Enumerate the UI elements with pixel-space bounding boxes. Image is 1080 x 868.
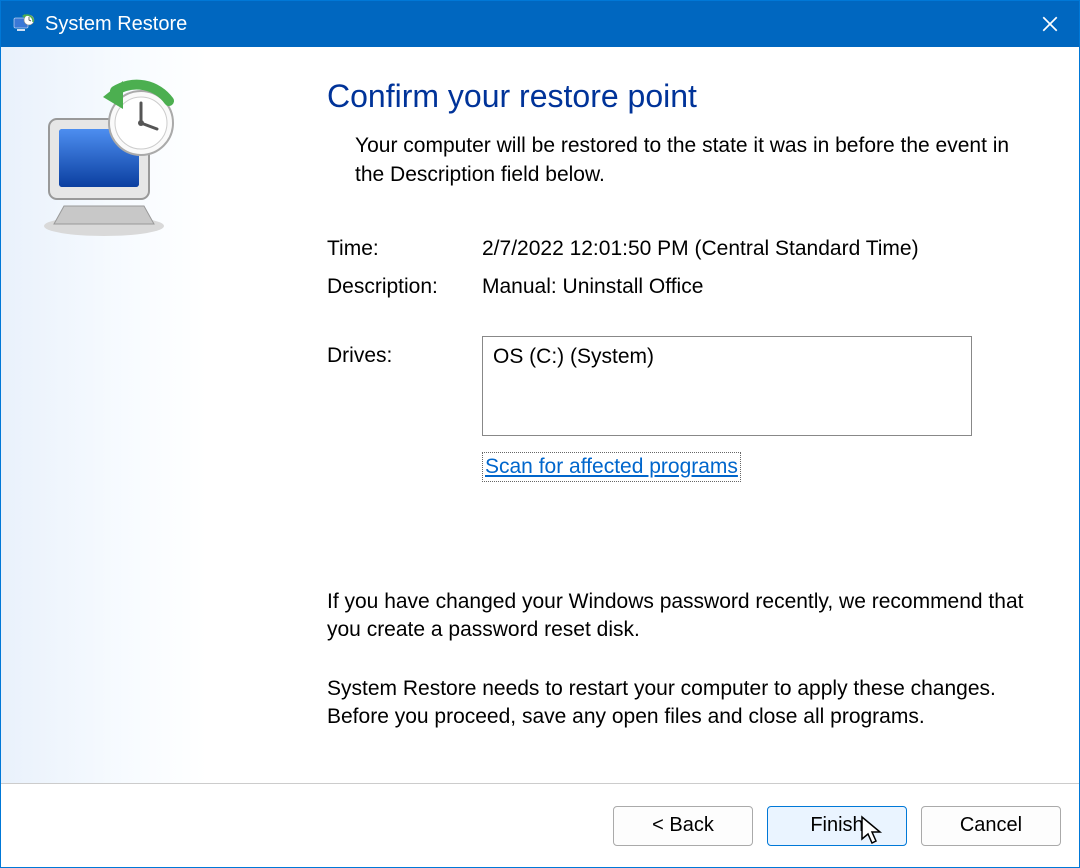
wizard-sidebar	[1, 47, 207, 783]
system-restore-icon	[11, 12, 35, 36]
description-label: Description:	[327, 273, 482, 301]
time-label: Time:	[327, 235, 482, 263]
close-button[interactable]	[1021, 1, 1079, 47]
description-row: Description: Manual: Uninstall Office	[327, 273, 1025, 301]
system-restore-illustration	[19, 71, 189, 241]
time-value: 2/7/2022 12:01:50 PM (Central Standard T…	[482, 235, 1025, 263]
titlebar: System Restore	[1, 1, 1079, 47]
page-description: Your computer will be restored to the st…	[327, 132, 1025, 189]
wizard-client-area: Confirm your restore point Your computer…	[1, 47, 1079, 783]
page-heading: Confirm your restore point	[327, 75, 1025, 118]
drives-list-item: OS (C:) (System)	[493, 345, 654, 368]
wizard-footer: < Back Finish Cancel	[1, 783, 1079, 867]
drives-row: Drives: OS (C:) (System) Scan for affect…	[327, 336, 1025, 482]
system-restore-window: System Restore	[0, 0, 1080, 868]
cancel-button[interactable]: Cancel	[921, 806, 1061, 846]
finish-button[interactable]: Finish	[767, 806, 907, 846]
drives-listbox[interactable]: OS (C:) (System)	[482, 336, 972, 436]
time-row: Time: 2/7/2022 12:01:50 PM (Central Stan…	[327, 235, 1025, 263]
description-value: Manual: Uninstall Office	[482, 273, 1025, 301]
password-reset-note: If you have changed your Windows passwor…	[327, 588, 1025, 645]
restart-warning-note: System Restore needs to restart your com…	[327, 675, 1025, 732]
wizard-main-content: Confirm your restore point Your computer…	[207, 47, 1079, 783]
window-title: System Restore	[45, 13, 187, 36]
drives-label: Drives:	[327, 336, 482, 370]
back-button[interactable]: < Back	[613, 806, 753, 846]
scan-affected-programs-link[interactable]: Scan for affected programs	[482, 452, 741, 482]
